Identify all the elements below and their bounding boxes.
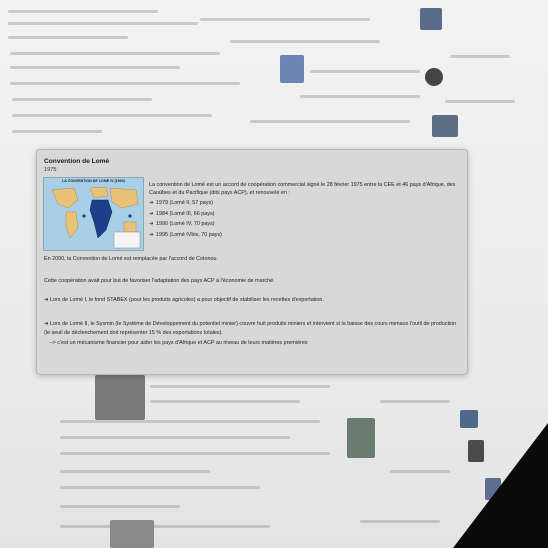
paragraph-objective: Cette coopération avait pour but de favo… — [44, 278, 275, 284]
background-photo-thumbnail — [420, 8, 442, 30]
acp-countries-map-image[interactable]: LA CONVENTION DE LOMÉ IV (1990) — [43, 177, 144, 251]
paragraph-sysmin: ➜ Lors de Lomé II, le Sysmin (le Système… — [44, 321, 457, 336]
event-title: Convention de Lomé — [44, 158, 110, 165]
list-item: ➜ 1995 (Lomé IVbis, 70 pays) — [149, 231, 222, 238]
event-year: 1975 — [44, 167, 57, 173]
arrow-icon: ➜ — [149, 210, 154, 217]
paragraph-mechanism-note: --> c'est un mécanisme financier pour ai… — [49, 340, 308, 346]
background-map-thumbnail — [280, 55, 304, 83]
list-item: ➜ 1984 (Lomé III, 66 pays) — [149, 210, 215, 217]
background-photo-thumbnail — [347, 418, 375, 458]
event-intro: La convention de Lomé est un accord de c… — [149, 182, 456, 196]
background-photo-thumbnail — [432, 115, 458, 137]
background-dark-corner — [453, 423, 548, 548]
arrow-icon: ➜ — [149, 231, 154, 238]
background-icon-thumbnail — [425, 68, 443, 86]
list-item: ➜ 1979 (Lomé II, 57 pays) — [149, 200, 213, 206]
paragraph-cotonou: En 2000, la Convention de Lomé est rempl… — [44, 256, 218, 262]
background-photo-thumbnail — [110, 520, 154, 548]
background-photo-thumbnail — [95, 375, 145, 420]
paragraph-stabex: ➜ Lors de Lomé I, le fond STABEX (pour l… — [44, 297, 324, 303]
renewal-list: ➜ 1979 (Lomé II, 57 pays) ➜ 1984 (Lomé I… — [149, 198, 222, 240]
arrow-icon: ➜ — [149, 200, 154, 206]
list-item: ➜ 1990 (Lomé IV, 70 pays) — [149, 221, 215, 227]
event-popup: Convention de Lomé 1975 LA CONVENTION DE… — [36, 149, 468, 375]
arrow-icon: ➜ — [149, 221, 154, 227]
